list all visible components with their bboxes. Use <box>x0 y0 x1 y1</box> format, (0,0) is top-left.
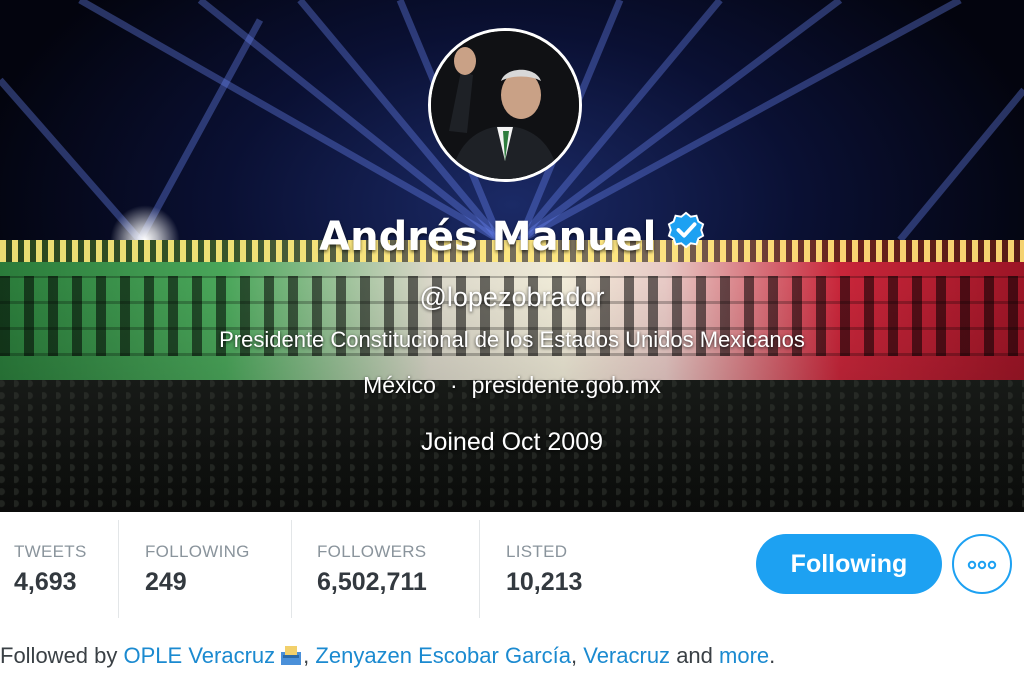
profile-joined-date: Joined Oct 2009 <box>420 428 604 456</box>
followed-by-prefix: Followed by <box>0 643 118 668</box>
more-options-button[interactable] <box>952 534 1012 594</box>
followed-by-user-link[interactable]: Zenyazen Escobar García <box>315 643 571 668</box>
display-name-row: Andrés Manuel <box>0 211 1024 270</box>
followed-by-more-link[interactable]: more <box>719 643 769 668</box>
meta-separator: · <box>449 372 458 398</box>
stat-value: 249 <box>145 568 187 596</box>
stat-divider <box>291 520 292 618</box>
stat-value: 10,213 <box>506 568 583 596</box>
stat-followers[interactable]: FOLLOWERS 6,502,711 <box>303 512 479 616</box>
profile-handle: @lopezobrador <box>419 282 605 312</box>
following-button[interactable]: Following <box>756 534 942 594</box>
followed-by-line: Followed by OPLE Veracruz, Zenyazen Esco… <box>0 643 776 668</box>
profile-location: México <box>363 372 436 398</box>
stat-label: LISTED <box>506 542 568 561</box>
stat-label: FOLLOWING <box>145 542 250 561</box>
profile-website-link[interactable]: presidente.gob.mx <box>472 372 661 398</box>
display-name: Andrés Manuel <box>319 214 657 260</box>
stat-following[interactable]: FOLLOWING 249 <box>131 512 291 616</box>
stat-value: 4,693 <box>14 568 77 596</box>
stat-label: TWEETS <box>14 542 87 561</box>
stat-tweets[interactable]: TWEETS 4,693 <box>0 512 118 616</box>
stat-value: 6,502,711 <box>317 568 427 596</box>
ballot-box-emoji-icon <box>281 646 302 665</box>
stat-divider <box>479 520 480 618</box>
profile-meta: México · presidente.gob.mx <box>0 372 1024 399</box>
followed-by-user-link[interactable]: Veracruz <box>583 643 670 668</box>
stat-label: FOLLOWERS <box>317 542 427 561</box>
profile-bio: Presidente Constitucional de los Estados… <box>219 327 805 352</box>
stat-divider <box>118 520 119 618</box>
followed-by-and: and <box>676 643 713 668</box>
verified-badge-icon <box>667 211 705 249</box>
profile-avatar[interactable] <box>428 28 582 182</box>
stat-listed[interactable]: LISTED 10,213 <box>492 512 652 616</box>
ellipsis-icon <box>967 560 997 570</box>
avatar-portrait <box>431 31 579 179</box>
followed-by-user-link[interactable]: OPLE Veracruz <box>124 643 276 668</box>
